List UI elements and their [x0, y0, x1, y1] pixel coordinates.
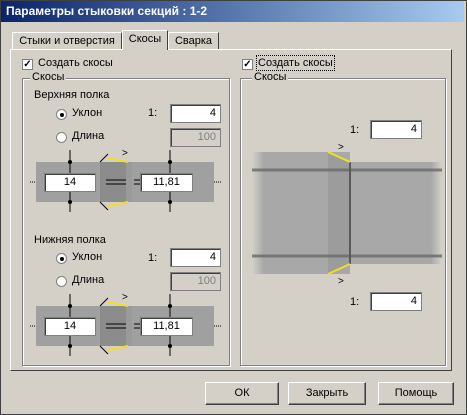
right-bottom-ratio-prefix: 1: — [350, 296, 360, 308]
right-group-title: Скосы — [252, 71, 289, 83]
top-length-input[interactable]: 100 — [170, 128, 221, 147]
right-create-bevels-checkbox[interactable]: ✓ — [242, 59, 253, 70]
left-create-bevels-checkbox[interactable]: ✓ — [22, 59, 33, 70]
ok-button[interactable]: ОК — [205, 382, 279, 405]
left-group-title: Скосы — [30, 71, 67, 83]
svg-text:>: > — [338, 142, 344, 153]
right-create-bevels-label: Создать скосы — [256, 55, 335, 71]
top-flange-title: Верхняя полка — [34, 89, 110, 101]
tab-label: Сварка — [174, 35, 213, 47]
top-dim-left[interactable]: 14 — [44, 173, 96, 192]
top-slope-radio[interactable] — [56, 109, 67, 120]
right-top-slope-input[interactable]: 4 — [370, 120, 422, 139]
svg-text:>: > — [122, 292, 128, 303]
tab-bevels[interactable]: Скосы — [122, 30, 168, 50]
bottom-length-label: Длина — [72, 274, 105, 286]
bottom-flange-title: Нижняя полка — [34, 234, 106, 246]
bottom-dim-left[interactable]: 14 — [44, 317, 96, 336]
title-bar: Параметры стыковки секций : 1-2 — [1, 1, 464, 22]
left-create-bevels-label: Создать скосы — [38, 57, 113, 69]
bottom-slope-input[interactable]: 4 — [170, 248, 221, 267]
svg-text:>: > — [122, 148, 128, 159]
top-slope-input[interactable]: 4 — [170, 104, 221, 123]
top-slope-label: Уклон — [72, 107, 103, 119]
bottom-dim-right[interactable]: 11,81 — [140, 317, 193, 336]
bottom-length-input[interactable]: 100 — [170, 272, 221, 291]
bottom-ratio-prefix: 1: — [148, 252, 158, 264]
tab-label: Стыки и отверстия — [19, 35, 115, 47]
bottom-slope-radio[interactable] — [56, 253, 67, 264]
bottom-length-radio[interactable] — [56, 276, 67, 287]
top-length-radio[interactable] — [56, 132, 67, 143]
right-section-diagram: > > — [252, 142, 442, 286]
right-bottom-slope-input[interactable]: 4 — [370, 292, 422, 311]
top-ratio-prefix: 1: — [148, 107, 158, 119]
window-title: Параметры стыковки секций : 1-2 — [6, 4, 208, 18]
top-dim-right[interactable]: 11,81 — [140, 173, 193, 192]
tab-welding[interactable]: Сварка — [168, 32, 219, 50]
right-top-ratio-prefix: 1: — [350, 124, 360, 136]
svg-text:>: > — [338, 276, 344, 286]
tab-label: Скосы — [128, 33, 162, 45]
help-button[interactable]: Помощь — [378, 382, 454, 405]
close-button[interactable]: Закрыть — [288, 382, 366, 405]
bottom-slope-label: Уклон — [72, 251, 103, 263]
top-length-label: Длина — [72, 130, 105, 142]
tab-joints-holes[interactable]: Стыки и отверстия — [12, 32, 122, 50]
